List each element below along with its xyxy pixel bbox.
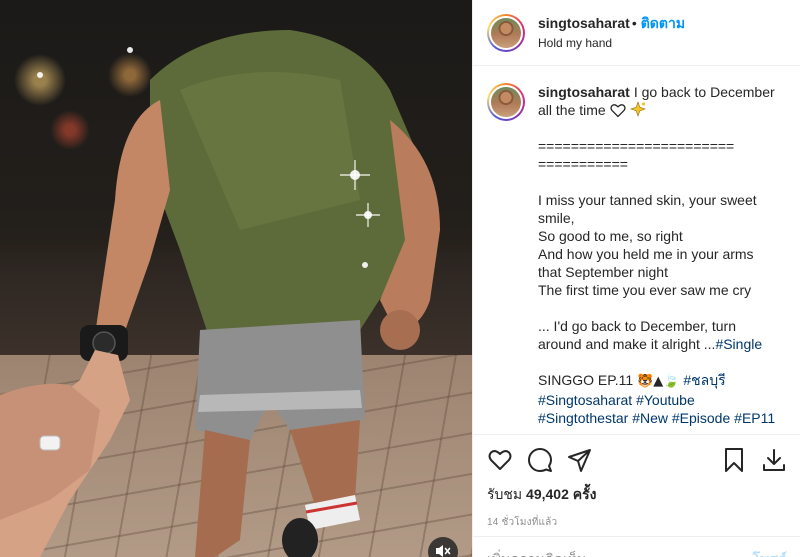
caption-divider: ======================== — [538, 138, 735, 154]
post-video[interactable] — [0, 0, 472, 557]
caption-line: I go back to December — [633, 84, 775, 100]
lyric-line: around and make it alright ... — [538, 336, 716, 352]
sparkle-icon — [629, 101, 647, 118]
hashtag-link[interactable]: #Episode — [672, 410, 730, 426]
follow-button[interactable]: ติดตาม — [641, 15, 685, 31]
lyric-line: The first time you ever saw me cry — [538, 282, 752, 298]
share-icon[interactable] — [567, 447, 593, 473]
lyric-line: ... I'd go back to December, turn — [538, 318, 736, 334]
lyric-line: So good to me, so right — [538, 228, 683, 244]
caption-divider: =========== — [538, 156, 628, 172]
views-label: รับชม — [487, 486, 523, 502]
hashtag-link[interactable]: #Singtosaharat — [538, 392, 632, 408]
episode-emoji: 🐯▲🍃 — [637, 374, 680, 389]
hashtag-link[interactable]: #Singtothestar — [538, 410, 628, 426]
episode-label: SINGGO EP.11 — [538, 372, 634, 388]
post-side-panel: singtosaharat • ติดตาม Hold my hand singto… — [472, 0, 800, 557]
lyric-line: smile, — [538, 210, 575, 226]
post-actions: รับชม 49,402 ครั้ง 14 ชั่วโมงที่แล้ว — [473, 434, 800, 536]
video-frame-person — [0, 30, 440, 557]
post-timestamp[interactable]: 14 ชั่วโมงที่แล้ว — [487, 515, 787, 530]
add-comment-bar: เพิ่มความคิดเห็น... โพสต์ — [473, 536, 800, 557]
views-number: 49,402 — [526, 486, 569, 502]
bookmark-icon[interactable] — [721, 447, 747, 473]
caption-comment: singtosaharat I go back to December all t… — [487, 83, 787, 427]
heart-outline-icon — [609, 102, 626, 118]
views-unit: ครั้ง — [572, 486, 597, 502]
caption-line: all the time — [538, 102, 606, 118]
download-icon[interactable] — [761, 447, 787, 473]
separator-dot: • — [631, 14, 637, 31]
location-label[interactable]: Hold my hand — [538, 34, 685, 52]
caption-username[interactable]: singtosaharat — [538, 84, 630, 100]
hashtag-link[interactable]: #Youtube — [636, 392, 695, 408]
post-header: singtosaharat • ติดตาม Hold my hand — [473, 0, 800, 66]
hashtag-link[interactable]: #ชลบุรี — [683, 372, 725, 388]
hashtag-link[interactable]: #EP11 — [734, 410, 775, 426]
heart-icon[interactable] — [487, 447, 513, 473]
post-comment-button[interactable]: โพสต์ — [753, 549, 787, 557]
view-count[interactable]: รับชม 49,402 ครั้ง — [487, 485, 787, 503]
lyric-line: And how you held me in your arms — [538, 246, 754, 262]
caption-avatar[interactable] — [487, 83, 525, 121]
action-bar — [487, 435, 787, 485]
author-username[interactable]: singtosaharat — [538, 15, 630, 31]
speaker-muted-icon — [435, 544, 451, 557]
lyric-line: that September night — [538, 264, 668, 280]
comment-icon[interactable] — [527, 447, 553, 473]
comment-input[interactable]: เพิ่มความคิดเห็น... — [487, 549, 598, 557]
avatar[interactable] — [487, 13, 525, 52]
hashtag-link[interactable]: #New — [632, 410, 668, 426]
comments-area[interactable]: singtosaharat I go back to December all t… — [473, 67, 800, 433]
lyric-line: I miss your tanned skin, your sweet — [538, 192, 757, 208]
hashtag-link[interactable]: #Single — [715, 336, 762, 352]
caption-text: singtosaharat I go back to December all t… — [538, 83, 787, 427]
